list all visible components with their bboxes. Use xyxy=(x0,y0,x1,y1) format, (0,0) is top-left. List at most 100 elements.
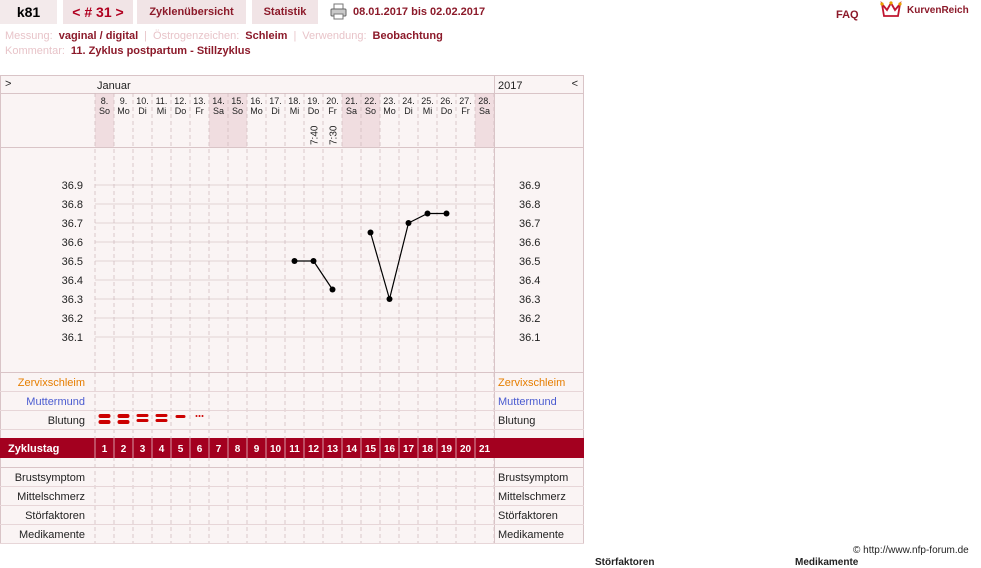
temp-tick-left: 36.2 xyxy=(62,313,83,325)
temp-tick-right: 36.3 xyxy=(519,294,540,306)
weekday: Sa xyxy=(346,106,357,116)
weekday: Fr xyxy=(195,106,204,116)
row-label-mittel: Mittelschmerz xyxy=(17,491,85,503)
day-number: 23. xyxy=(383,96,396,106)
bleeding-medium-mark xyxy=(136,419,149,422)
cycle-day-number: 20 xyxy=(460,444,472,455)
bleeding-medium-mark xyxy=(155,414,168,417)
chart-frame xyxy=(0,75,584,544)
cycle-day-number: 14 xyxy=(346,444,358,455)
bleeding-heavy-mark xyxy=(98,420,111,424)
temperature-point xyxy=(405,220,412,226)
cycle-navigation[interactable]: < # 31 > xyxy=(63,0,133,24)
faq-link[interactable]: FAQ xyxy=(836,9,859,21)
bleeding-heavy-mark xyxy=(98,414,111,418)
temp-tick-right: 36.7 xyxy=(519,218,540,230)
temp-tick-right: 36.6 xyxy=(519,237,540,249)
measurement-time: 7:30 xyxy=(329,125,340,145)
cycle-day-number: 6 xyxy=(197,444,203,455)
day-number: 26. xyxy=(440,96,453,106)
cycle-day-number: 21 xyxy=(479,444,491,455)
separator: | xyxy=(144,30,148,42)
day-number: 22. xyxy=(364,96,377,106)
weekday: Mo xyxy=(250,106,263,116)
day-number: 17. xyxy=(269,96,282,106)
day-number: 9. xyxy=(120,96,128,106)
bleeding-spotting-mark xyxy=(195,415,198,417)
separator: | xyxy=(293,30,297,42)
day-number: 10. xyxy=(136,96,149,106)
day-number: 18. xyxy=(288,96,301,106)
day-number: 12. xyxy=(174,96,187,106)
estrogen-value: Schleim xyxy=(245,30,288,42)
temperature-line xyxy=(369,212,447,302)
meta-line-2: Kommentar: 11. Zyklus postpartum - Stillz… xyxy=(5,45,257,59)
print-icon[interactable] xyxy=(330,3,347,20)
temperature-point xyxy=(291,258,298,264)
cycle-day-number: 4 xyxy=(159,444,165,455)
cycle-day-number: 10 xyxy=(270,444,282,455)
cycle-day-number: 1 xyxy=(102,444,108,455)
temp-tick-right: 36.4 xyxy=(519,275,540,287)
day-number: 8. xyxy=(101,96,109,106)
cycle-day-number: 16 xyxy=(384,444,396,455)
temp-tick-left: 36.4 xyxy=(62,275,83,287)
temp-tick-left: 36.5 xyxy=(62,256,83,268)
temp-tick-left: 36.3 xyxy=(62,294,83,306)
nav-next-arrow: > xyxy=(5,78,11,90)
weekday: Di xyxy=(138,106,147,116)
temp-tick-left: 36.9 xyxy=(62,180,83,192)
usage-label: Verwendung: xyxy=(302,30,367,42)
measurement-label: Messung: xyxy=(5,30,53,42)
cycle-day-number: 9 xyxy=(254,444,260,455)
weekday: Do xyxy=(308,106,320,116)
day-number: 14. xyxy=(212,96,225,106)
bleeding-spotting-mark xyxy=(201,415,204,417)
cycle-day-label: Zyklustag xyxy=(8,443,59,455)
weekday: Mi xyxy=(157,106,167,116)
usage-value: Beobachtung xyxy=(372,30,443,42)
weekday: Fr xyxy=(461,106,470,116)
bleeding-medium-mark xyxy=(136,414,149,417)
row-label-brust: Brustsymptom xyxy=(15,472,85,484)
tab-cycle-overview[interactable]: Zyklenübersicht xyxy=(137,0,246,24)
weekday: Sa xyxy=(213,106,224,116)
cycle-chart: > < Januar 2017 8. So 9. Mo 10. Di 11. Mi 12. Do 13. Fr… xyxy=(0,75,584,544)
row-label-zervix: Zervixschleim xyxy=(18,377,85,389)
cycle-day-number: 7 xyxy=(216,444,222,455)
row-label-right-stoer: Störfaktoren xyxy=(498,510,558,522)
temp-tick-left: 36.6 xyxy=(62,237,83,249)
cycle-day-number: 8 xyxy=(235,444,241,455)
temperature-point xyxy=(310,258,317,264)
user-name: k81 xyxy=(0,0,57,24)
measurement-value: vaginal / digital xyxy=(58,30,139,42)
bleeding-heavy-mark xyxy=(117,420,130,424)
day-number: 25. xyxy=(421,96,434,106)
row-label-medi: Medikamente xyxy=(19,529,85,541)
comment-value: 11. Zyklus postpartum - Stillzyklus xyxy=(70,45,251,57)
day-number: 11. xyxy=(156,96,168,106)
day-number: 19. xyxy=(307,96,320,106)
year-label: 2017 xyxy=(498,80,522,92)
temperature-point xyxy=(424,210,431,217)
bleeding-spotting-mark xyxy=(198,415,201,417)
top-bar: k81 < # 31 > Zyklenübersicht Statistik 0… xyxy=(0,0,981,26)
weekday: Di xyxy=(271,106,280,116)
weekday: Sa xyxy=(479,106,490,116)
day-number: 16. xyxy=(250,96,263,106)
temperature-point xyxy=(386,296,393,302)
temp-tick-right: 36.1 xyxy=(519,332,540,344)
cycle-day-number: 12 xyxy=(308,444,320,455)
meta-line-1: Messung: vaginal / digital | Östrogenzeiche… xyxy=(5,30,449,44)
cycle-day-number: 5 xyxy=(178,444,184,455)
temperature-point xyxy=(329,286,336,293)
brand-name: KurvenReich xyxy=(907,5,969,16)
tab-statistics[interactable]: Statistik xyxy=(252,0,318,24)
cycle-day-number: 2 xyxy=(121,444,127,455)
temperature-point xyxy=(367,229,374,236)
weekday: Do xyxy=(441,106,453,116)
weekday: Mi xyxy=(290,106,300,116)
cycle-day-number: 18 xyxy=(422,444,434,455)
day-number: 24. xyxy=(402,96,415,106)
cycle-day-number: 19 xyxy=(441,444,453,455)
